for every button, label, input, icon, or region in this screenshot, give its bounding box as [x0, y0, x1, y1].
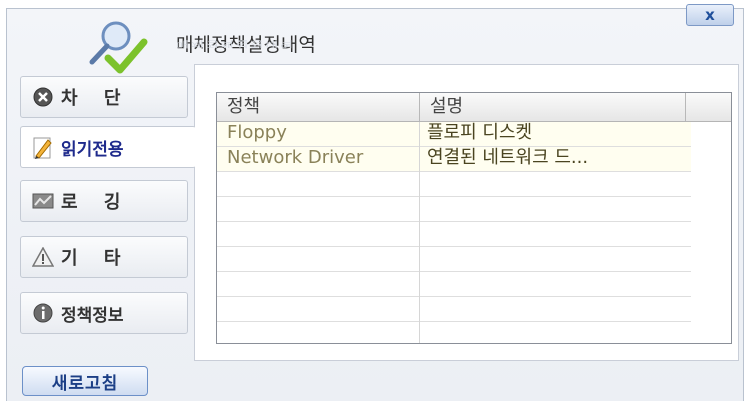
sidebar-item-label: 기 타 — [61, 248, 131, 269]
top-strip — [0, 0, 750, 8]
empty-row — [217, 297, 691, 322]
empty-row — [217, 322, 691, 343]
policy-table: 정책 설명 Floppy 플로피 디스켓 Network Driver 연결된 … — [216, 92, 732, 344]
empty-row — [217, 172, 691, 197]
sidebar-item-other[interactable]: 기 타 — [20, 236, 188, 278]
sidebar-item-block[interactable]: 차 단 — [20, 76, 188, 118]
warning-icon — [31, 245, 55, 269]
policy-cell: Floppy — [227, 122, 287, 143]
empty-row — [217, 272, 691, 297]
column-header-policy[interactable]: 정책 — [217, 93, 420, 121]
column-header-spacer — [686, 93, 731, 121]
close-icon: x — [705, 6, 715, 24]
empty-row — [217, 222, 691, 247]
sidebar-item-label: 정책정보 — [61, 305, 124, 326]
pencil-icon — [31, 135, 55, 159]
title-reflection: 매체정책설정내역 — [176, 38, 296, 49]
search-check-icon — [89, 21, 148, 74]
table-row[interactable]: Floppy 플로피 디스켓 — [217, 122, 691, 147]
sidebar-item-label: 읽기전용 — [61, 139, 124, 160]
column-divider — [419, 122, 420, 343]
table-row[interactable]: Network Driver 연결된 네트워크 드... — [217, 147, 691, 172]
sidebar-item-label: 로 깅 — [61, 192, 131, 213]
empty-row — [217, 247, 691, 272]
refresh-button[interactable]: 새로고침 — [22, 366, 148, 396]
close-button[interactable]: x — [686, 4, 734, 26]
log-icon — [31, 189, 55, 213]
description-cell: 플로피 디스켓 — [427, 122, 533, 143]
sidebar-item-policy-info[interactable]: 정책정보 — [20, 292, 188, 334]
block-icon — [31, 85, 55, 109]
description-cell: 연결된 네트워크 드... — [427, 147, 589, 168]
info-icon — [31, 301, 55, 325]
refresh-label: 새로고침 — [51, 373, 119, 394]
sidebar-item-label: 차 단 — [61, 88, 131, 109]
empty-row — [217, 197, 691, 222]
table-header: 정책 설명 — [217, 93, 731, 122]
sidebar-item-readonly[interactable]: 읽기전용 — [20, 126, 196, 168]
sidebar-item-logging[interactable]: 로 깅 — [20, 180, 188, 222]
policy-cell: Network Driver — [227, 147, 364, 168]
column-header-description[interactable]: 설명 — [420, 93, 686, 121]
